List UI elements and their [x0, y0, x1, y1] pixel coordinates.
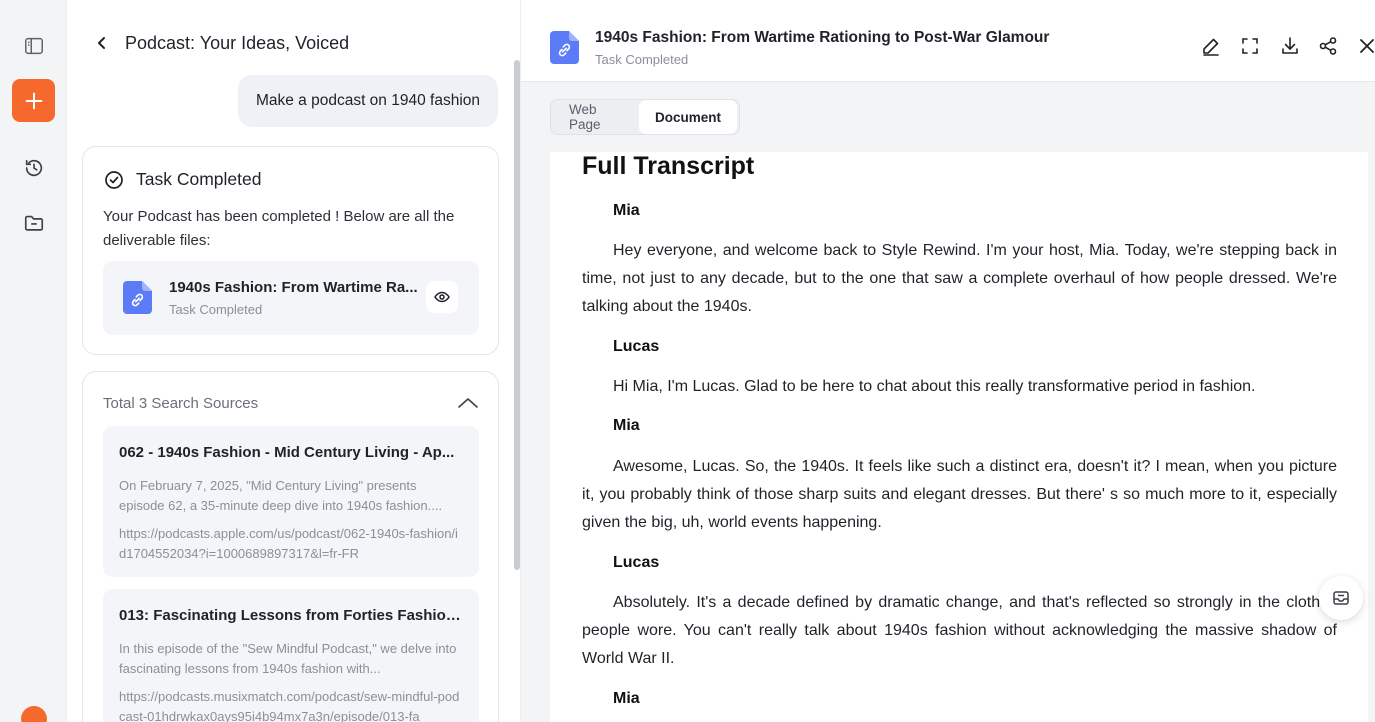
document-link-icon [123, 281, 152, 314]
history-button[interactable] [12, 146, 55, 189]
chat-title: Podcast: Your Ideas, Voiced [125, 32, 350, 53]
sidebar-toggle-icon [24, 37, 43, 54]
viewer-header: 1940s Fashion: From Wartime Rationing to… [521, 0, 1375, 82]
chevron-up-icon[interactable] [456, 394, 480, 412]
share-icon [1319, 37, 1337, 55]
source-title: 062 - 1940s Fashion - Mid Century Living… [119, 444, 455, 461]
view-tabs: Web Page Document [550, 99, 740, 135]
document-title: 1940s Fashion: From Wartime Rationing to… [595, 29, 1050, 46]
user-message-bubble: Make a podcast on 1940 fashion [237, 75, 498, 127]
transcript-paragraph: Awesome, Lucas. So, the 1940s. It feels … [582, 458, 1337, 531]
tab-document[interactable]: Document [638, 100, 737, 134]
folder-icon [24, 215, 43, 231]
task-completed-card: Task Completed Your Podcast has been com… [82, 146, 499, 355]
document-viewer: 1940s Fashion: From Wartime Rationing to… [521, 0, 1375, 722]
source-item[interactable]: 013: Fascinating Lessons from Forties Fa… [103, 589, 479, 722]
transcript-paragraph: Absolutely. It's a decade defined by dra… [582, 594, 1337, 667]
chat-panel: Podcast: Your Ideas, Voiced Make a podca… [67, 0, 521, 722]
sidebar-toggle-button[interactable] [12, 24, 55, 67]
speaker-name: Lucas [613, 554, 660, 571]
preview-button[interactable] [426, 281, 458, 313]
transcript-paragraph: Hey everyone, and welcome back to Style … [582, 242, 1337, 315]
plus-icon [25, 92, 42, 109]
task-description: Your Podcast has been completed ! Below … [103, 208, 455, 249]
tab-web-page[interactable]: Web Page [553, 100, 639, 134]
history-icon [25, 159, 42, 176]
check-circle-icon [105, 170, 123, 189]
speaker-name: Mia [613, 417, 640, 434]
source-item[interactable]: 062 - 1940s Fashion - Mid Century Living… [103, 426, 479, 577]
pencil-icon [1203, 38, 1219, 56]
files-button[interactable] [12, 201, 55, 244]
file-name: 1940s Fashion: From Wartime Ra... [169, 279, 418, 296]
task-heading: Task Completed [104, 169, 261, 190]
source-snippet: On February 7, 2025, "Mid Century Living… [119, 478, 443, 513]
document-status: Task Completed [595, 52, 689, 67]
share-button[interactable] [1317, 35, 1339, 57]
source-title: 013: Fascinating Lessons from Forties Fa… [119, 607, 463, 624]
transcript-heading: Full Transcript [582, 152, 755, 180]
search-sources-card: Total 3 Search Sources 062 - 1940s Fashi… [82, 371, 499, 722]
chat-header: Podcast: Your Ideas, Voiced [95, 30, 349, 56]
speaker-name: Lucas [613, 338, 660, 355]
app-logo-icon[interactable] [21, 706, 47, 722]
source-url[interactable]: https://podcasts.musixmatch.com/podcast/… [119, 687, 463, 722]
fullscreen-button[interactable] [1239, 35, 1261, 57]
speaker-name: Mia [613, 202, 640, 219]
deliverable-file-card[interactable]: 1940s Fashion: From Wartime Ra... Task C… [103, 261, 479, 335]
file-status: Task Completed [169, 302, 263, 317]
download-button[interactable] [1279, 35, 1301, 57]
speaker-name: Mia [613, 690, 640, 707]
chat-scrollbar[interactable] [514, 60, 520, 570]
source-url[interactable]: https://podcasts.apple.com/us/podcast/06… [119, 524, 463, 564]
close-button[interactable] [1356, 35, 1375, 57]
download-icon [1282, 37, 1298, 54]
new-task-button[interactable] [12, 79, 55, 122]
close-icon [1360, 39, 1374, 53]
transcript-paragraph: Hi Mia, I'm Lucas. Glad to be here to ch… [613, 378, 1256, 395]
expand-icon [1242, 38, 1258, 54]
feedback-button[interactable] [1319, 576, 1363, 620]
back-arrow-icon[interactable] [95, 35, 111, 51]
edit-button[interactable] [1200, 35, 1222, 57]
task-heading-text: Task Completed [136, 169, 262, 189]
sources-heading: Total 3 Search Sources [103, 395, 259, 412]
source-snippet: In this episode of the "Sew Mindful Podc… [119, 641, 457, 676]
left-rail [0, 0, 67, 722]
document-link-icon [550, 31, 579, 64]
eye-icon [434, 291, 450, 303]
inbox-icon [1333, 591, 1349, 605]
document-page: Full Transcript Mia Hey everyone, and we… [550, 152, 1368, 722]
